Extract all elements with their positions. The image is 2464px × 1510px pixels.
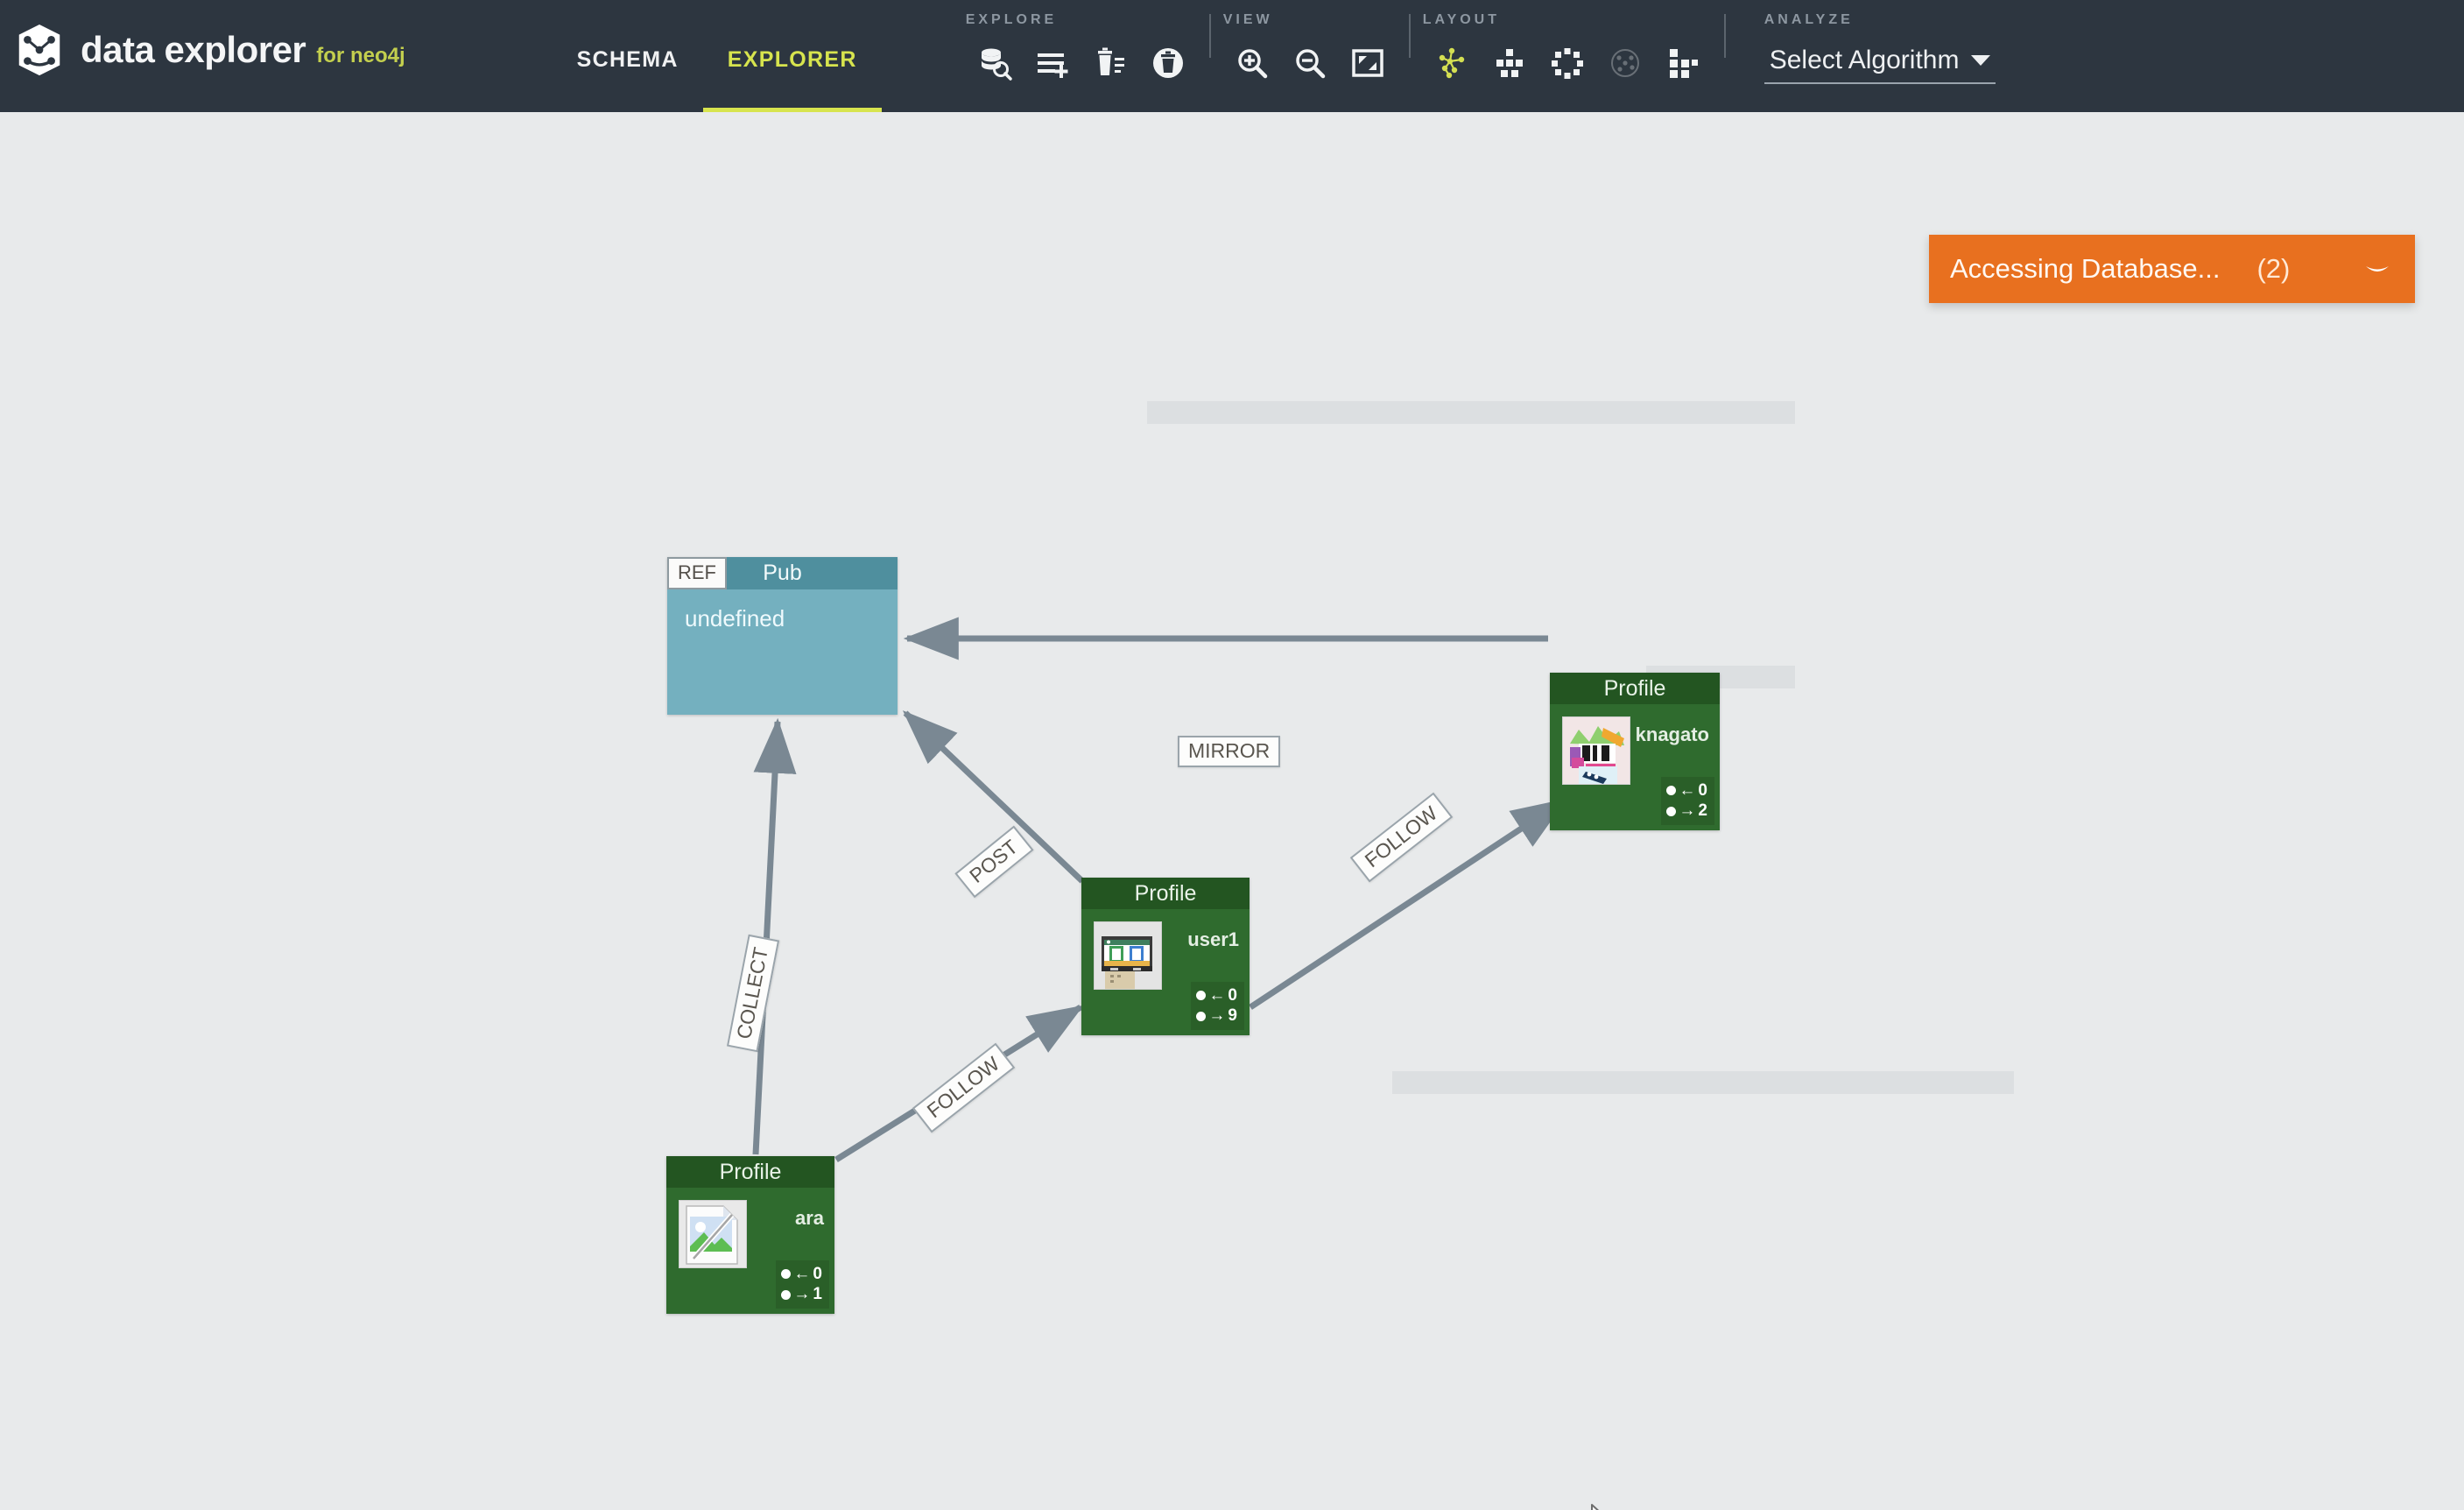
node-header: REF Pub [667,557,898,589]
node-type-label: Pub [763,561,802,585]
notification-toast[interactable]: Accessing Database... (2) [1929,235,2415,303]
node-in-degree: ← 0 [1196,985,1237,1006]
force-layout-icon[interactable] [1423,34,1481,92]
in-degree-value: 0 [813,1264,822,1283]
zoom-in-icon[interactable] [1223,34,1281,92]
graph-canvas[interactable]: REF Pub undefined Profile knagato ← 0 → … [0,112,2464,1510]
in-degree-value: 0 [1698,780,1707,800]
arrow-left-icon: ← [793,1264,811,1283]
toolbar-divider-1 [1208,14,1211,58]
out-degree-value: 1 [813,1285,822,1304]
node-ref-badge: REF [667,557,727,589]
node-type-label: Profile [1603,675,1666,701]
node-header: Profile [1550,673,1720,704]
graph-node-user1[interactable]: Profile user1 ← 0 → 9 [1081,878,1250,1035]
node-degree-badge: ← 0 → 1 [776,1260,829,1309]
graph-node-ara[interactable]: Profile ara ← 0 → 1 [666,1156,834,1314]
node-out-degree: → 2 [1666,801,1707,822]
degree-dot-icon [1666,785,1677,795]
graph-node-pub[interactable]: REF Pub undefined [667,557,898,715]
toolbar-group-view: VIEW [1223,0,1397,112]
database-search-icon[interactable] [966,34,1024,92]
broken-image-placeholder [679,1200,747,1268]
tab-explorer[interactable]: EXPLORER [702,0,882,112]
zoom-out-icon[interactable] [1281,34,1339,92]
collapse-icon[interactable] [2362,258,2392,280]
node-body: knagato ← 0 → 2 [1550,704,1720,830]
arrow-right-icon: → [793,1285,811,1304]
degree-dot-icon [781,1268,792,1279]
node-degree-badge: ← 0 → 2 [1661,776,1714,825]
toolbar-group-explore: EXPLORE [966,0,1197,112]
neo4j-node-logo-icon [12,23,67,77]
toolbar-group-layout-label: LAYOUT [1422,12,1501,27]
node-body: ara ← 0 → 1 [666,1188,834,1314]
node-type-label: Profile [1134,880,1197,906]
toolbar-divider-3 [1723,14,1726,58]
brand: data explorer for neo4j [12,23,405,77]
out-degree-value: 9 [1228,1006,1237,1026]
storefront-thumbnail [1094,921,1162,990]
photo-collage-thumbnail [1562,716,1630,785]
graph-edges [752,617,1567,1162]
circle-layout-icon[interactable] [1538,34,1596,92]
degree-dot-icon [1196,990,1207,1000]
node-out-degree: → 1 [781,1284,822,1305]
node-out-degree: → 9 [1196,1005,1237,1027]
trash-circle-icon[interactable] [1139,34,1197,92]
grid-layout-icon[interactable] [1481,34,1538,92]
top-bar: data explorer for neo4j SCHEMA EXPLORER … [0,0,2464,112]
node-name-label: user1 [1187,928,1239,950]
list-add-icon[interactable] [1024,34,1081,92]
node-name-label: knagato [1635,723,1709,745]
radial-layout-icon[interactable] [1596,34,1654,92]
out-degree-value: 2 [1698,801,1707,821]
notification-message: Accessing Database... [1950,253,2221,284]
arrow-right-icon: → [1679,801,1696,821]
app-subtitle: for neo4j [316,44,405,67]
node-in-degree: ← 0 [781,1264,822,1285]
app-title: data explorer [81,29,306,70]
arrow-left-icon: ← [1208,985,1226,1005]
in-degree-value: 0 [1228,985,1237,1005]
arrow-left-icon: ← [1679,780,1696,800]
toolbar-divider-2 [1408,14,1411,58]
node-header: Profile [666,1156,834,1188]
node-property-value: undefined [685,605,785,632]
mouse-pointer-icon [1590,1503,1620,1510]
edge-label-mirror[interactable]: MIRROR [1178,736,1281,767]
degree-dot-icon [1666,806,1677,816]
toast-ghost-1 [1147,401,1795,424]
node-degree-badge: ← 0 → 9 [1191,981,1244,1030]
toolbar-group-analyze: ANALYZE Select Algorithm [1764,0,1996,112]
node-body: user1 ← 0 → 9 [1081,909,1250,1035]
toolbar-group-layout: LAYOUT [1423,0,1712,112]
hierarchy-layout-icon[interactable] [1654,34,1712,92]
notification-count: (2) [2256,253,2291,284]
toolbar-group-view-label: VIEW [1222,12,1273,27]
degree-dot-icon [781,1289,792,1300]
node-name-label: ara [794,1207,824,1229]
graph-node-knagato[interactable]: Profile knagato ← 0 → 2 [1550,673,1720,830]
main-nav: SCHEMA EXPLORER [553,0,882,112]
toast-ghost-2 [1392,1071,2014,1094]
degree-dot-icon [1196,1011,1207,1021]
toolbar: EXPLORE VIEW LAYOUT ANALYZE Select Algor… [966,0,1996,112]
fit-to-screen-icon[interactable] [1339,34,1397,92]
toolbar-group-analyze-label: ANALYZE [1764,12,1854,27]
node-type-label: Profile [719,1159,782,1184]
node-in-degree: ← 0 [1666,780,1707,801]
node-header: Profile [1081,878,1250,909]
chevron-down-icon [1971,55,1991,66]
algorithm-select[interactable]: Select Algorithm [1764,46,1996,84]
trash-list-icon[interactable] [1081,34,1139,92]
tab-schema[interactable]: SCHEMA [553,0,703,112]
arrow-right-icon: → [1208,1006,1226,1026]
algorithm-select-value: Select Algorithm [1769,46,1960,74]
toolbar-group-explore-label: EXPLORE [965,12,1058,27]
